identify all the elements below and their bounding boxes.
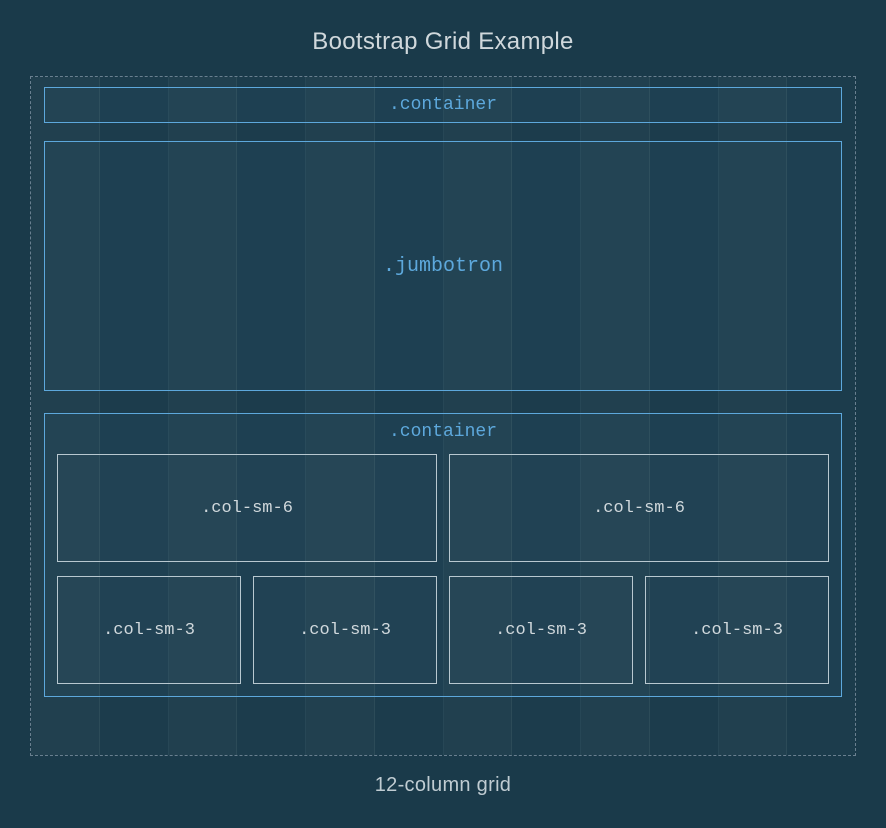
row-2: .col-sm-3 .col-sm-3 .col-sm-3 .col-sm-3	[45, 576, 841, 684]
col-sm-3-box: .col-sm-3	[253, 576, 437, 684]
col-sm-3-box: .col-sm-3	[57, 576, 241, 684]
container-bottom: .container .col-sm-6 .col-sm-6 .col-sm-3…	[44, 413, 842, 697]
page-title: Bootstrap Grid Example	[0, 0, 886, 76]
col-label: .col-sm-6	[201, 499, 293, 518]
row-1: .col-sm-6 .col-sm-6	[45, 454, 841, 562]
col-label: .col-sm-3	[299, 621, 391, 640]
col-label: .col-sm-3	[495, 621, 587, 640]
col-sm-6-box: .col-sm-6	[449, 454, 829, 562]
footer-label: 12-column grid	[0, 756, 886, 797]
col-sm-3-box: .col-sm-3	[449, 576, 633, 684]
content-overlay: .container .jumbotron .container .col-sm…	[31, 77, 855, 755]
col-sm-6-box: .col-sm-6	[57, 454, 437, 562]
container-bottom-label: .container	[45, 414, 841, 454]
container-top: .container	[44, 87, 842, 123]
container-top-label: .container	[389, 89, 497, 121]
col-label: .col-sm-6	[593, 499, 685, 518]
jumbotron: .jumbotron	[44, 141, 842, 391]
col-sm-3-box: .col-sm-3	[645, 576, 829, 684]
grid-wrapper: .container .jumbotron .container .col-sm…	[30, 76, 856, 756]
jumbotron-label: .jumbotron	[383, 255, 503, 278]
col-label: .col-sm-3	[103, 621, 195, 640]
col-label: .col-sm-3	[691, 621, 783, 640]
